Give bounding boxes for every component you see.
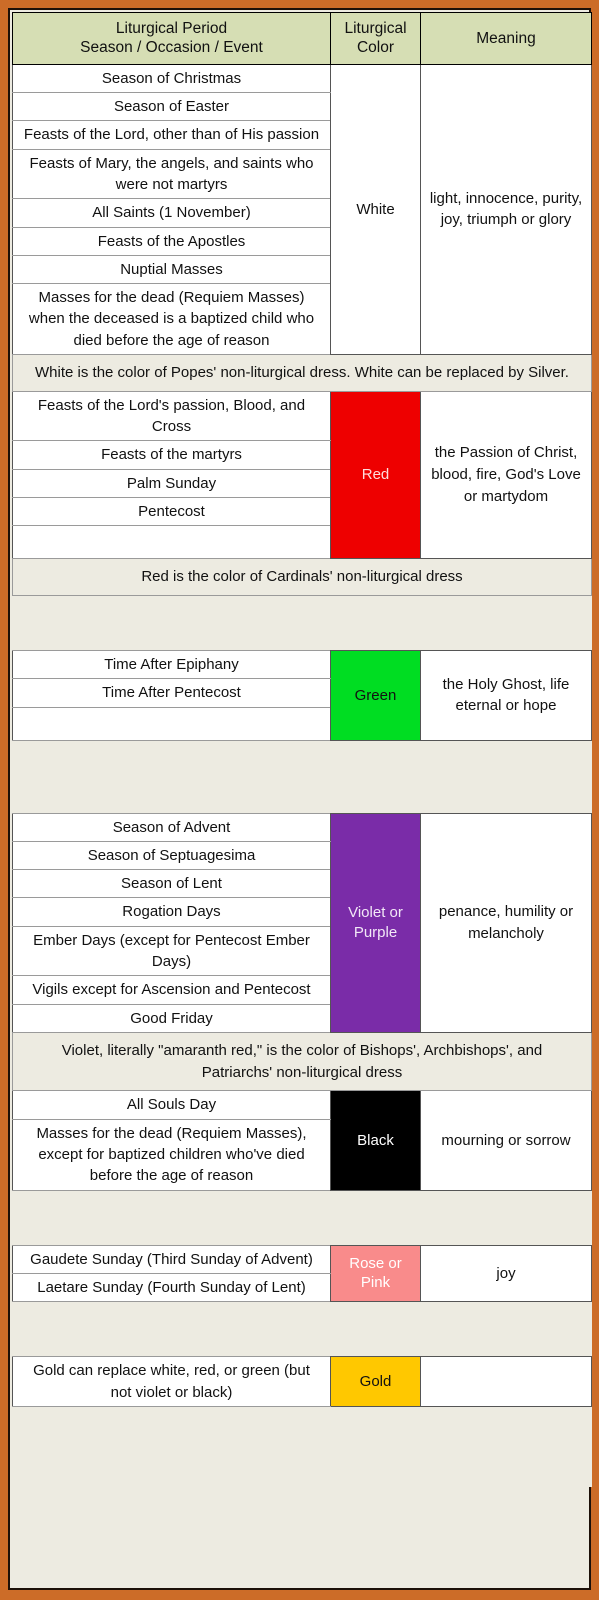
period-cell: Season of Septuagesima [12, 840, 331, 871]
color-swatch: Black [330, 1090, 421, 1191]
header-meaning: Meaning [420, 12, 592, 65]
note-row: Violet, literally "amaranth red," is the… [12, 1031, 592, 1092]
table-frame: Liturgical Period Season / Occasion / Eve… [8, 8, 592, 1590]
period-cell: Good Friday [12, 1003, 331, 1033]
period-cell: Gold can replace white, red, or green (b… [12, 1356, 331, 1407]
table-row: Gold can replace white, red, or green (b… [12, 1356, 592, 1407]
table-body: Liturgical Period Season / Occasion / Eve… [12, 12, 592, 1487]
period-cell: All Souls Day [12, 1090, 331, 1120]
meaning-cell [420, 1356, 592, 1407]
liturgical-colors-infographic: Liturgical Period Season / Occasion / Eve… [0, 0, 599, 1600]
period-cell-empty [12, 525, 331, 560]
spacer-cell [12, 740, 592, 814]
color-swatch: Rose or Pink [330, 1244, 421, 1303]
period-cell: Vigils except for Ascension and Pentecos… [12, 975, 331, 1005]
period-cell: Feasts of the Lord, other than of His pa… [12, 120, 331, 150]
period-cell: Laetare Sunday (Fourth Sunday of Lent) [12, 1272, 331, 1303]
period-cell: Feasts of Mary, the angels, and saints w… [12, 148, 331, 200]
period-cell: Pentecost [12, 496, 331, 527]
period-cell: Masses for the dead (Requiem Masses) whe… [12, 283, 331, 356]
period-cell: Season of Lent [12, 869, 331, 899]
table-row: Time After Epiphany Green the Holy Ghost, … [12, 649, 592, 741]
header-liturgical-period: Liturgical Period Season / Occasion / Eve… [12, 12, 331, 65]
meaning-cell: penance, humility or melancholy [420, 812, 592, 1033]
period-cell: Nuptial Masses [12, 254, 331, 285]
period-cell: Season of Advent [12, 812, 331, 842]
header-color-line2: Color [356, 39, 395, 57]
period-cell: All Saints (1 November) [12, 198, 331, 228]
period-cell: Ember Days (except for Pentecost Ember D… [12, 925, 331, 977]
header-color-line1: Liturgical [344, 20, 407, 37]
note-row: White is the color of Popes' non-liturgi… [12, 354, 592, 392]
spacer-row [12, 740, 592, 814]
period-cell-empty [12, 706, 331, 741]
period-cell: Masses for the dead (Requiem Masses), ex… [12, 1118, 331, 1191]
period-cell: Gaudete Sunday (Third Sunday of Advent) [12, 1244, 331, 1274]
table-row: Season of Advent Violet or Purple penance,… [12, 812, 592, 1033]
spacer-cell [12, 1190, 592, 1246]
period-cell: Palm Sunday [12, 468, 331, 498]
color-swatch: White [330, 63, 421, 356]
table-row: Gaudete Sunday (Third Sunday of Advent) R… [12, 1244, 592, 1303]
note-cell: Violet, literally "amaranth red," is the… [12, 1031, 592, 1092]
color-swatch: Gold [330, 1356, 421, 1407]
spacer-cell [12, 1406, 592, 1487]
meaning-cell: joy [420, 1244, 592, 1303]
color-swatch: Green [330, 650, 421, 741]
spacer-row [12, 1301, 592, 1357]
note-cell: White is the color of Popes' non-liturgi… [12, 354, 592, 392]
meaning-cell: mourning or sorrow [420, 1090, 592, 1191]
period-cell: Time After Epiphany [12, 649, 331, 680]
table-row: Season of Christmas White light, innocence… [12, 63, 592, 356]
period-cell: Season of Easter [12, 92, 331, 122]
liturgical-colors-table: Liturgical Period Season / Occasion / Eve… [12, 12, 592, 1487]
table-row: Feasts of the Lord's passion, Blood, and… [12, 390, 592, 560]
header-period-line1: Liturgical Period [115, 20, 228, 37]
period-cell: Feasts of the Apostles [12, 226, 331, 256]
spacer-row [12, 595, 592, 651]
spacer-cell [12, 595, 592, 651]
spacer-cell [12, 1301, 592, 1357]
spacer-row [12, 1190, 592, 1246]
table-header-row: Liturgical Period Season / Occasion / Eve… [12, 12, 592, 65]
note-row: Red is the color of Cardinals' non-litur… [12, 558, 592, 596]
period-cell: Season of Christmas [12, 63, 331, 94]
meaning-cell: the Holy Ghost, life eternal or hope [420, 650, 592, 741]
color-swatch: Red [330, 390, 421, 560]
period-cell: Rogation Days [12, 897, 331, 927]
spacer-row [12, 1406, 592, 1487]
meaning-cell: the Passion of Christ, blood, fire, God'… [420, 390, 592, 560]
color-swatch: Violet or Purple [330, 812, 421, 1033]
meaning-cell: light, innocence, purity, joy, triumph o… [420, 63, 592, 356]
period-cell: Feasts of the martyrs [12, 440, 331, 470]
note-cell: Red is the color of Cardinals' non-litur… [12, 558, 592, 596]
table-row: All Souls Day Black mourning or sorrow [12, 1090, 592, 1191]
header-period-line2: Season / Occasion / Event [80, 39, 263, 57]
period-cell: Feasts of the Lord's passion, Blood, and… [12, 390, 331, 442]
header-liturgical-color: Liturgical Color [330, 12, 421, 65]
period-cell: Time After Pentecost [12, 678, 331, 708]
